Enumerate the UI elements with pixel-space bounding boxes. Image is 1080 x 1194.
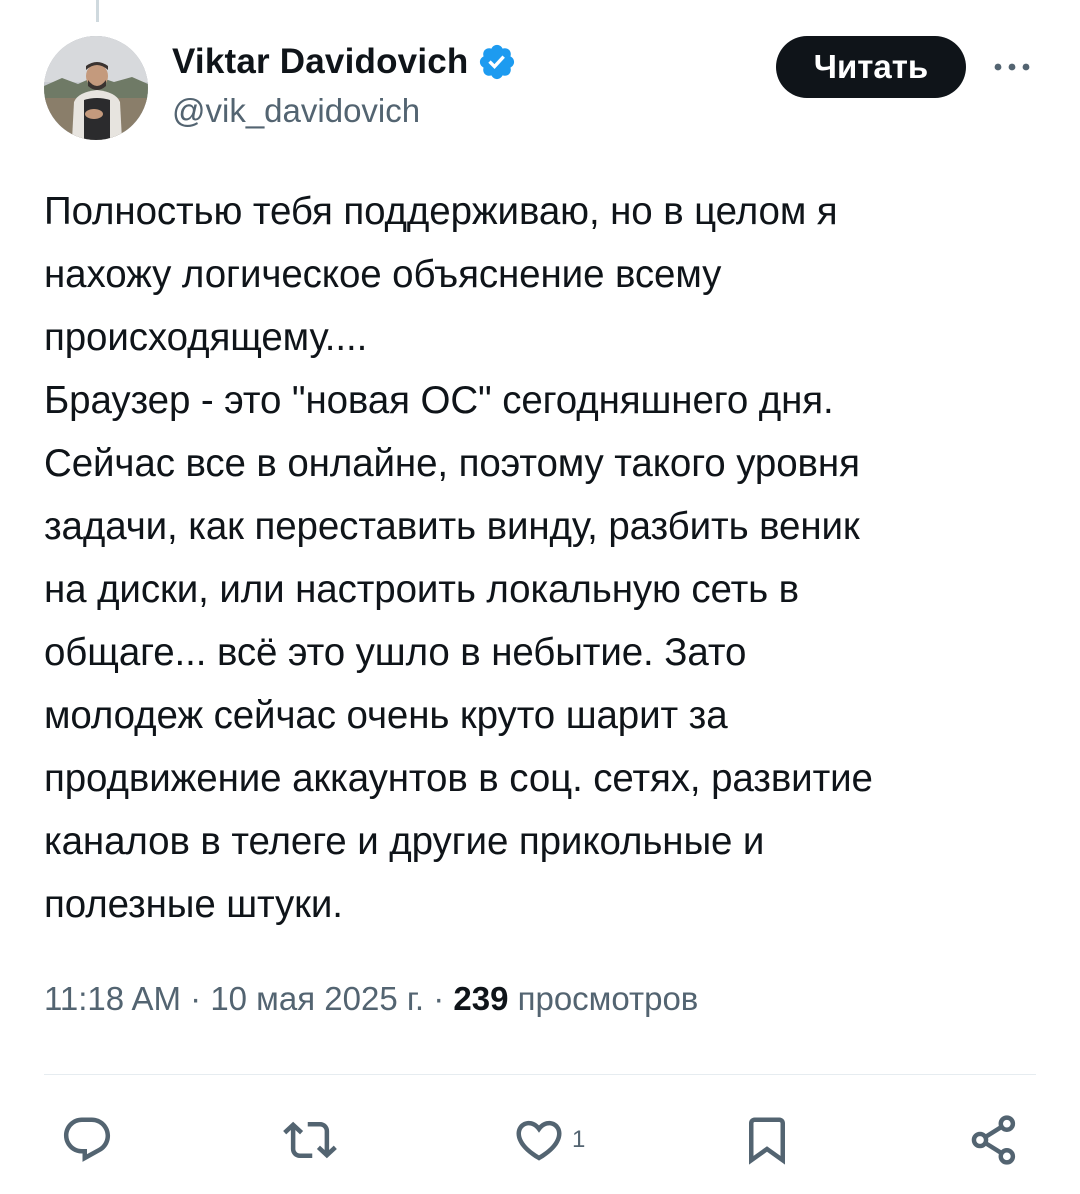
- views-count: 239: [453, 980, 509, 1017]
- bookmark-button[interactable]: [740, 1108, 794, 1172]
- divider: [44, 1074, 1036, 1075]
- bookmark-icon: [749, 1117, 785, 1165]
- share-button[interactable]: [966, 1108, 1022, 1172]
- thread-connector-line: [96, 0, 99, 22]
- reply-button[interactable]: [60, 1108, 114, 1172]
- retweet-button[interactable]: [283, 1108, 337, 1172]
- share-icon: [971, 1115, 1016, 1165]
- heart-icon: [516, 1120, 562, 1161]
- avatar[interactable]: [44, 36, 148, 140]
- more-options-icon[interactable]: [986, 50, 1038, 84]
- reply-icon: [63, 1117, 111, 1162]
- author-display-name[interactable]: Viktar Davidovich: [172, 42, 469, 82]
- meta-separator: ·: [424, 980, 454, 1017]
- tweet-text: Полностью тебя поддерживаю, но в целом я…: [44, 190, 873, 926]
- author-handle[interactable]: @vik_davidovich: [172, 92, 420, 130]
- avatar-photo: [44, 36, 148, 140]
- retweet-icon: [283, 1121, 337, 1159]
- views-label: просмотров: [517, 980, 699, 1017]
- author-name-row[interactable]: Viktar Davidovich: [172, 40, 517, 84]
- like-count: 1: [572, 1126, 586, 1153]
- tweet-time[interactable]: 11:18 AM: [44, 980, 181, 1017]
- action-bar: 1: [0, 1108, 1080, 1172]
- tweet-metadata: 11:18 AM · 10 мая 2025 г. · 239 просмотр…: [44, 980, 698, 1018]
- verified-badge-icon: [477, 42, 517, 82]
- follow-button[interactable]: Читать: [776, 36, 966, 98]
- tweet-date[interactable]: 10 мая 2025 г.: [210, 980, 424, 1017]
- like-button[interactable]: 1: [512, 1108, 585, 1172]
- meta-separator: ·: [180, 980, 211, 1017]
